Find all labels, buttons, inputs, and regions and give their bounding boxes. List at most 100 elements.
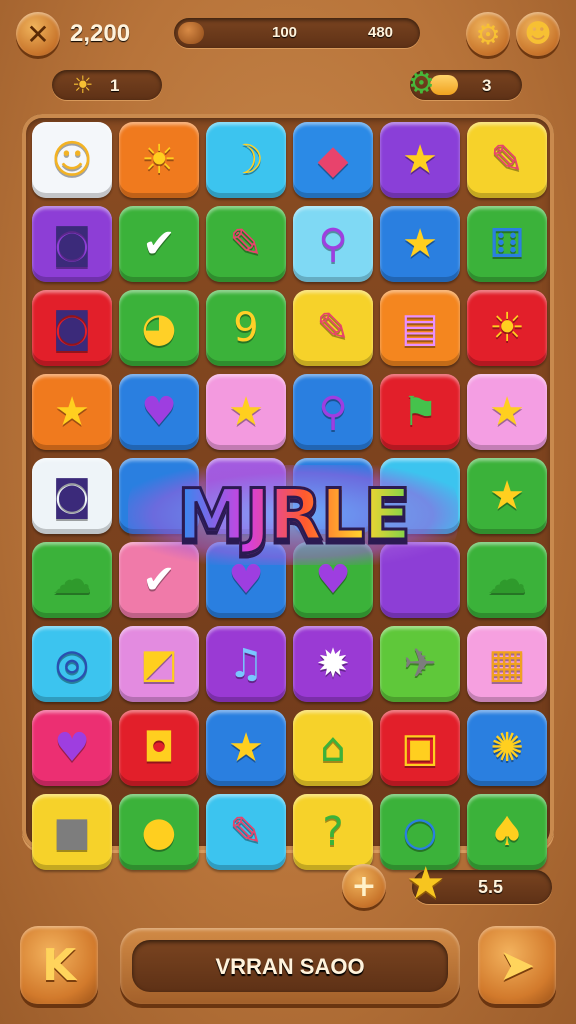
tile[interactable]: ✎ <box>293 290 373 366</box>
action-button[interactable]: VRRAN SAOO <box>120 928 460 1004</box>
profile-button[interactable]: ☻ <box>516 12 560 56</box>
star-icon: ★ <box>489 389 525 435</box>
star-icon: ★ <box>228 725 264 771</box>
pencil-icon: ✎ <box>229 221 263 267</box>
tile[interactable]: ◙ <box>32 206 112 282</box>
level-banner: MJRLE <box>128 455 458 575</box>
sun-icon: ☀ <box>489 305 525 351</box>
sun-face-icon: ☺ <box>51 137 93 183</box>
tag-icon: ◩ <box>140 641 178 687</box>
tile[interactable]: ■ <box>32 794 112 870</box>
pencil-icon: ✎ <box>316 305 350 351</box>
tile[interactable]: ✔ <box>119 206 199 282</box>
star-icon: ★ <box>489 473 525 519</box>
tile[interactable]: ✎ <box>206 206 286 282</box>
tile[interactable]: ★ <box>206 710 286 786</box>
tile[interactable]: ⚑ <box>380 374 460 450</box>
tile[interactable]: ◙ <box>32 290 112 366</box>
tile[interactable]: ✺ <box>467 710 547 786</box>
tile[interactable]: ☽ <box>206 122 286 198</box>
splash-icon: ✹ <box>316 641 350 687</box>
tile[interactable]: ◎ <box>32 626 112 702</box>
cookie-icon: ✺ <box>490 725 524 771</box>
bag-icon: ◘ <box>143 725 175 771</box>
tile[interactable]: ☀ <box>467 290 547 366</box>
tile[interactable]: ♥ <box>119 374 199 450</box>
tile[interactable]: ? <box>293 794 373 870</box>
smiley-icon: ☻ <box>524 19 552 49</box>
banner-title: MJRLE <box>175 473 412 558</box>
lives-counter <box>52 70 162 100</box>
tile[interactable]: ✎ <box>206 794 286 870</box>
cloud-icon: ☁ <box>52 557 92 603</box>
tile[interactable]: ★ <box>380 206 460 282</box>
pencil-icon: ✎ <box>229 809 263 855</box>
note-icon: ▤ <box>401 305 439 351</box>
camera-icon: ◙ <box>52 305 92 351</box>
plus-icon: + <box>351 868 377 904</box>
tile[interactable]: ⚲ <box>293 374 373 450</box>
tile[interactable]: ◆ <box>293 122 373 198</box>
add-moves-button[interactable]: + <box>342 864 386 908</box>
pin-icon: ◕ <box>141 305 177 351</box>
tile[interactable]: ▤ <box>380 290 460 366</box>
back-button[interactable]: K <box>20 926 98 1004</box>
star-icon: ★ <box>54 389 90 435</box>
tile[interactable]: ✈ <box>380 626 460 702</box>
heart-icon: ♥ <box>54 725 90 771</box>
sun-icon: ☀ <box>141 137 177 183</box>
tile[interactable]: ☁ <box>32 542 112 618</box>
star-icon: ★ <box>402 137 438 183</box>
kite-icon: ◆ <box>317 137 349 183</box>
tile[interactable]: ◩ <box>119 626 199 702</box>
tile[interactable]: ▦ <box>467 626 547 702</box>
sun-icon: ☀ <box>72 71 94 99</box>
tile[interactable]: ★ <box>206 374 286 450</box>
k-icon: K <box>41 939 77 991</box>
tile[interactable]: ✹ <box>293 626 373 702</box>
arrow-right-icon: ➤ <box>498 939 536 991</box>
tile[interactable]: ◙ <box>32 458 112 534</box>
tile[interactable]: ★ <box>32 374 112 450</box>
tile[interactable]: ⌂ <box>293 710 373 786</box>
camera-icon: ◙ <box>52 473 92 519</box>
tile[interactable]: ◕ <box>119 290 199 366</box>
tile[interactable]: ♠ <box>467 794 547 870</box>
cube-icon: ■ <box>53 809 91 855</box>
tile[interactable]: ⚅ <box>467 206 547 282</box>
tile[interactable]: ☀ <box>119 122 199 198</box>
tile[interactable]: 9 <box>206 290 286 366</box>
pencil-icon: ✎ <box>490 137 524 183</box>
banana-icon: ☽ <box>228 137 264 183</box>
tile[interactable]: ♥ <box>32 710 112 786</box>
star-icon: ★ <box>228 389 264 435</box>
camera-icon: ◙ <box>52 221 92 267</box>
close-button[interactable]: ✕ <box>16 12 60 56</box>
tile[interactable]: ◘ <box>119 710 199 786</box>
gear-icon: ⚙ <box>475 17 501 51</box>
target-icon: ◎ <box>54 641 90 687</box>
star-icon: ★ <box>402 221 438 267</box>
tile[interactable]: ☁ <box>467 542 547 618</box>
tile[interactable]: ▣ <box>380 710 460 786</box>
lives-value: 1 <box>110 76 120 95</box>
settings-button[interactable]: ⚙ <box>466 12 510 56</box>
progress-target: 480 <box>368 24 394 41</box>
shop-icon: ⌂ <box>320 725 346 771</box>
tile[interactable]: ✎ <box>467 122 547 198</box>
icecream-icon: ♠ <box>489 809 525 855</box>
tile[interactable]: ● <box>119 794 199 870</box>
tile[interactable]: ⚲ <box>293 206 373 282</box>
stars-value: 5.5 <box>478 877 504 897</box>
action-button-label: VRRAN SAOO <box>215 954 365 979</box>
next-button[interactable]: ➤ <box>478 926 556 1004</box>
tile[interactable]: ♫ <box>206 626 286 702</box>
tile[interactable]: ★ <box>467 458 547 534</box>
search-icon: ○ <box>402 809 438 855</box>
music-icon: ♫ <box>228 641 264 687</box>
flag-icon: ⚑ <box>402 389 438 435</box>
tile[interactable]: ★ <box>380 122 460 198</box>
magnifier-icon: ⚲ <box>318 389 348 435</box>
tile[interactable]: ★ <box>467 374 547 450</box>
tile[interactable]: ☺ <box>32 122 112 198</box>
